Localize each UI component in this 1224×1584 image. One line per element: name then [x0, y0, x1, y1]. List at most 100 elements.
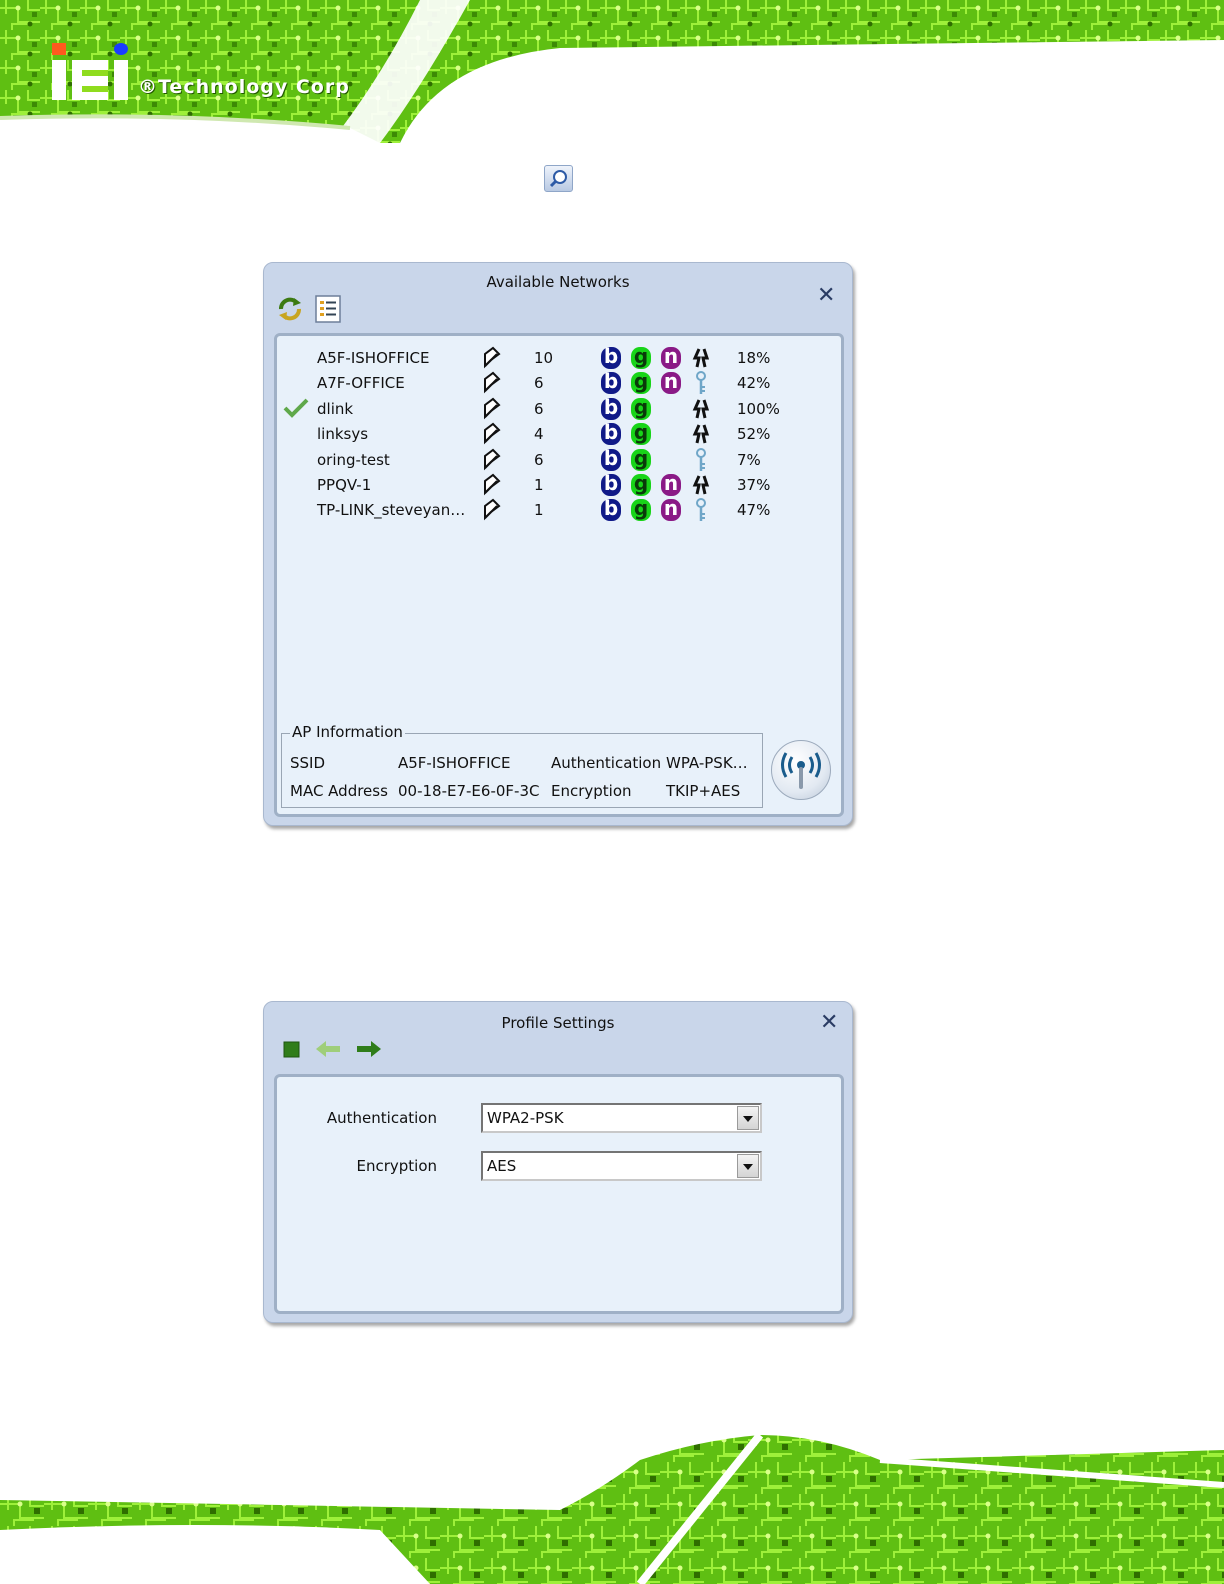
encryption-label: Encryption [551, 782, 632, 800]
stop-icon[interactable] [278, 1036, 306, 1064]
mode-b-badge: b [601, 397, 621, 420]
network-channel: 1 [534, 476, 544, 494]
signal-strength: 52% [737, 425, 771, 444]
network-channel: 6 [534, 399, 544, 418]
network-row[interactable]: linksys 4 b g 52% [277, 422, 837, 447]
encryption-selected-value: AES [487, 1157, 517, 1175]
network-ssid: PPQV-1 [317, 476, 372, 494]
mode-b-badge: b [601, 448, 621, 471]
network-row[interactable]: TP-LINK_steveyan… 1 b g n 47% [277, 498, 837, 523]
network-ssid: TP-LINK_steveyan… [317, 501, 466, 520]
wpa-icon [691, 473, 711, 501]
mode-b-badge: b [601, 346, 621, 369]
mode-g-badge: g [631, 346, 651, 369]
mode-b-badge: b [601, 422, 621, 446]
close-button[interactable]: ✕ [820, 1012, 838, 1034]
infrastructure-icon [481, 371, 503, 399]
authentication-label: Authentication [551, 754, 662, 772]
mode-g-badge: g [631, 448, 651, 471]
available-networks-dialog: Available Networks ✕ A5F-ISHOFFICE 10 b g n 1… [263, 262, 853, 826]
mode-g-badge: g [631, 371, 651, 395]
key-icon [691, 447, 711, 476]
list-view-icon[interactable] [314, 295, 342, 323]
signal-strength: 18% [737, 349, 771, 367]
infrastructure-icon [481, 346, 503, 374]
encryption-value: TKIP+AES [666, 782, 741, 800]
mac-address-label: MAC Address [290, 782, 388, 800]
mode-g-badge: g [631, 473, 651, 496]
chevron-down-icon[interactable] [737, 1154, 759, 1178]
mode-b-badge: b [601, 498, 621, 522]
network-list: A5F-ISHOFFICE 10 b g n 18% A7F-OFFICE 6 b g n 42% dl… [277, 346, 837, 536]
network-channel: 1 [534, 501, 544, 520]
authentication-value: WPA-PSK… [666, 754, 748, 772]
mode-b-badge: b [601, 473, 621, 496]
mode-b-badge: b [601, 371, 621, 395]
wpa-icon [691, 346, 711, 374]
network-channel: 10 [534, 349, 554, 367]
infrastructure-icon [481, 473, 503, 501]
magnifier-icon [549, 170, 567, 188]
dialog-title: Available Networks [486, 273, 630, 291]
antenna-icon [781, 752, 821, 789]
mode-n-badge: n [661, 346, 681, 369]
network-channel: 4 [534, 425, 544, 444]
key-icon [691, 371, 711, 399]
network-channel: 6 [534, 450, 544, 469]
key-icon [691, 498, 711, 526]
signal-strength: 42% [737, 374, 771, 393]
networks-panel: A5F-ISHOFFICE 10 b g n 18% A7F-OFFICE 6 b g n 42% dl… [274, 333, 844, 817]
mode-n-badge: n [661, 498, 681, 522]
signal-strength: 37% [737, 476, 771, 494]
ap-information-group: AP Information SSID A5F-ISHOFFICE Authen… [281, 723, 763, 808]
network-row[interactable]: oring-test 6 b g 7% [277, 447, 837, 476]
network-ssid: linksys [317, 425, 369, 444]
dialog-title: Profile Settings [501, 1014, 615, 1032]
company-logo: ®Technology Corp [48, 40, 378, 110]
network-channel: 6 [534, 374, 544, 393]
close-button[interactable]: ✕ [817, 285, 835, 307]
network-row[interactable]: A7F-OFFICE 6 b g n 42% [277, 371, 837, 396]
magnifier-button[interactable] [544, 165, 573, 192]
ssid-label: SSID [290, 754, 326, 772]
profile-settings-panel: Authentication WPA2-PSK Encryption AES [274, 1074, 844, 1314]
network-row[interactable]: PPQV-1 1 b g n 37% [277, 473, 837, 498]
mode-g-badge: g [631, 498, 651, 522]
back-arrow-icon[interactable] [314, 1036, 342, 1064]
infrastructure-icon [481, 498, 503, 526]
network-ssid: dlink [317, 399, 354, 418]
infrastructure-icon [481, 448, 503, 476]
network-ssid: oring-test [317, 450, 390, 469]
ssid-value: A5F-ISHOFFICE [398, 754, 511, 772]
encryption-label: Encryption [356, 1157, 437, 1175]
mode-n-badge: n [661, 473, 681, 496]
network-row[interactable]: dlink 6 b g 100% [277, 397, 837, 422]
connect-antenna-button[interactable] [771, 740, 831, 800]
mode-n-badge: n [661, 371, 681, 395]
wpa-icon [691, 422, 711, 450]
forward-arrow-icon[interactable] [355, 1036, 383, 1064]
encryption-select[interactable]: AES [481, 1151, 762, 1181]
authentication-select[interactable]: WPA2-PSK [481, 1103, 762, 1133]
profile-settings-dialog: Profile Settings ✕ Authentication WPA2-P… [263, 1001, 853, 1323]
network-ssid: A5F-ISHOFFICE [317, 349, 430, 367]
connected-check-icon [283, 397, 309, 423]
chevron-down-icon[interactable] [737, 1106, 759, 1130]
refresh-icon[interactable] [276, 295, 304, 323]
mode-g-badge: g [631, 422, 651, 446]
authentication-label: Authentication [326, 1109, 437, 1127]
ap-information-legend: AP Information [290, 723, 405, 741]
signal-strength: 100% [737, 399, 780, 418]
signal-strength: 7% [737, 450, 761, 469]
network-row[interactable]: A5F-ISHOFFICE 10 b g n 18% [277, 346, 837, 371]
signal-strength: 47% [737, 501, 771, 520]
infrastructure-icon [481, 397, 503, 425]
wpa-icon [691, 397, 711, 425]
logo-tagline: ®Technology Corp [138, 76, 350, 98]
infrastructure-icon [481, 422, 503, 450]
network-ssid: A7F-OFFICE [317, 374, 405, 393]
mode-g-badge: g [631, 397, 651, 420]
authentication-selected-value: WPA2-PSK [487, 1109, 564, 1127]
mac-address-value: 00-18-E7-E6-0F-3C [398, 782, 540, 800]
footer-banner [0, 1430, 1224, 1584]
